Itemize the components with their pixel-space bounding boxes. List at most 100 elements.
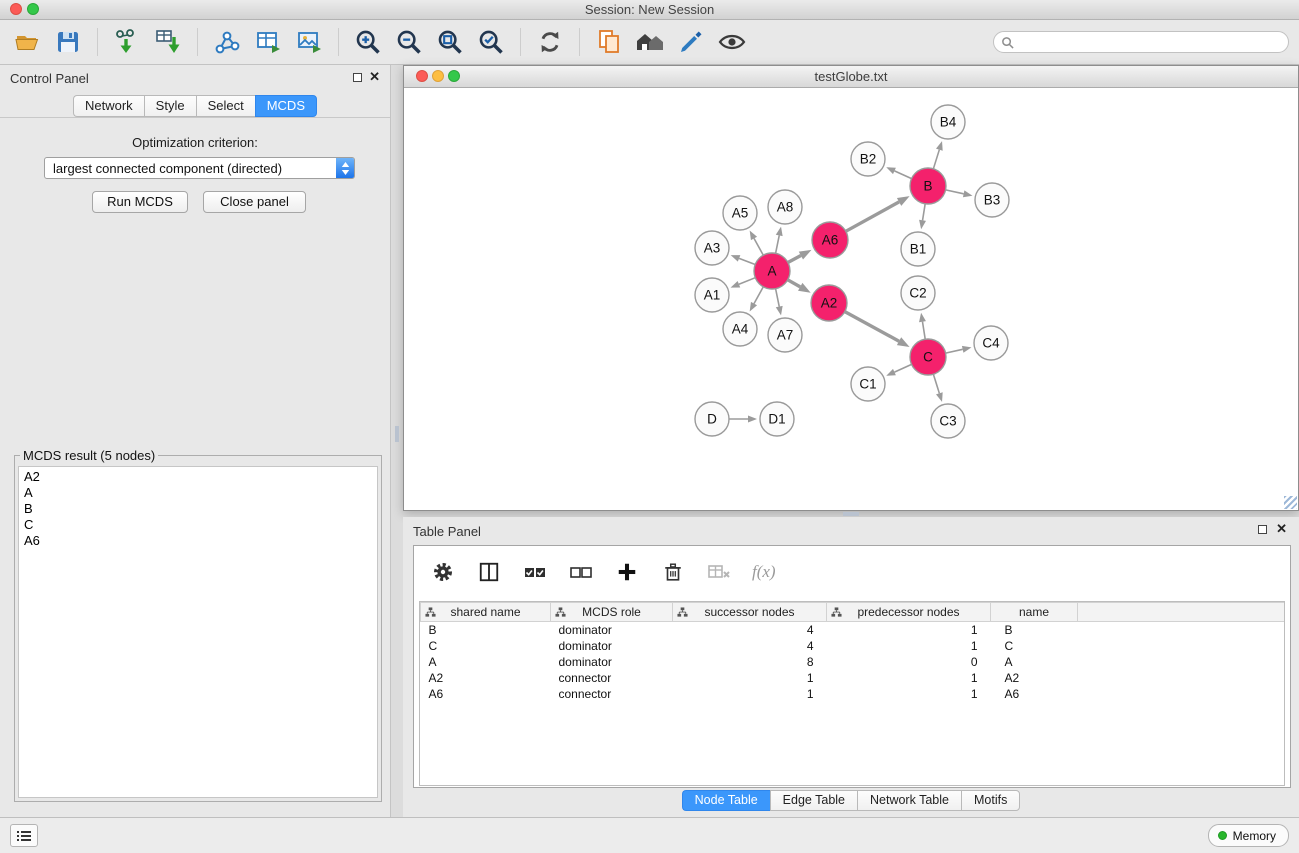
trash-icon: [662, 561, 684, 583]
column-header-name[interactable]: name: [991, 603, 1078, 622]
select-stepper-icon: [336, 158, 354, 178]
table-row[interactable]: A6connector11A6: [421, 686, 1286, 702]
graph-edge[interactable]: [894, 364, 911, 372]
graph-edge[interactable]: [933, 374, 939, 393]
show-panels-button[interactable]: [10, 824, 38, 847]
import-network-button[interactable]: [110, 25, 144, 59]
save-session-button[interactable]: [51, 25, 85, 59]
fx-icon: f(x): [752, 562, 776, 582]
graph-edge[interactable]: [894, 171, 911, 179]
graph-edge[interactable]: [946, 349, 963, 353]
export-table-button[interactable]: [251, 25, 285, 59]
mcds-result-item[interactable]: C: [19, 517, 377, 533]
tab-edge-table[interactable]: Edge Table: [770, 790, 857, 811]
table-row[interactable]: Adominator80A: [421, 654, 1286, 670]
mcds-result-item[interactable]: A6: [19, 533, 377, 549]
column-header-successor-nodes[interactable]: successor nodes: [673, 603, 827, 622]
graph-edge[interactable]: [739, 278, 755, 285]
pane-divider-grip[interactable]: [843, 512, 859, 516]
zoom-selected-button[interactable]: [474, 25, 508, 59]
zoom-in-button[interactable]: [351, 25, 385, 59]
graph-edge[interactable]: [754, 238, 763, 255]
table-cell: C: [991, 638, 1078, 654]
network-canvas[interactable]: B4B2BB3A5A8A6B1A3AC2A1A2A4A7C4CC1C3DD1: [404, 88, 1298, 510]
column-header-mcds-role[interactable]: MCDS role: [551, 603, 673, 622]
deselect-all-button[interactable]: [568, 559, 594, 585]
graph-node-label: A8: [777, 200, 794, 215]
zoom-out-button[interactable]: [392, 25, 426, 59]
tab-select[interactable]: Select: [196, 95, 255, 117]
refresh-button[interactable]: [533, 25, 567, 59]
close-panel-icon[interactable]: ✕: [1276, 521, 1287, 537]
graph-edge[interactable]: [739, 258, 755, 264]
function-builder-button-disabled[interactable]: f(x): [752, 559, 776, 585]
search-icon: [1001, 36, 1014, 49]
close-panel-icon[interactable]: ✕: [369, 69, 380, 85]
select-columns-button[interactable]: [476, 559, 502, 585]
minimize-window-button[interactable]: [432, 70, 444, 82]
tab-network[interactable]: Network: [73, 95, 144, 117]
duplicate-pages-button[interactable]: [592, 25, 626, 59]
window-resize-grip[interactable]: [1284, 496, 1297, 509]
tab-mcds[interactable]: MCDS: [255, 95, 317, 117]
column-header-label: MCDS role: [582, 605, 641, 619]
tab-node-table[interactable]: Node Table: [682, 790, 770, 811]
graph-edge[interactable]: [776, 289, 780, 307]
graph-edge[interactable]: [923, 204, 926, 221]
search-input[interactable]: [1018, 33, 1288, 51]
optimization-criterion-select[interactable]: largest connected component (directed): [44, 157, 355, 179]
export-image-button[interactable]: [292, 25, 326, 59]
column-type-icon: [555, 607, 566, 621]
table-row[interactable]: A2connector11A2: [421, 670, 1286, 686]
close-window-button[interactable]: [10, 3, 22, 15]
toggle-visibility-button[interactable]: [715, 25, 749, 59]
style-brush-button[interactable]: [674, 25, 708, 59]
graph-edge[interactable]: [846, 202, 899, 231]
float-panel-icon[interactable]: [353, 73, 362, 82]
close-window-button[interactable]: [416, 70, 428, 82]
float-panel-icon[interactable]: [1258, 525, 1267, 534]
network-home-button[interactable]: [633, 25, 667, 59]
graph-edge[interactable]: [922, 322, 925, 340]
mcds-result-list[interactable]: A2ABCA6: [18, 466, 378, 798]
select-all-button[interactable]: [522, 559, 548, 585]
mcds-result-item[interactable]: B: [19, 501, 377, 517]
delete-button[interactable]: [660, 559, 686, 585]
tab-network-table[interactable]: Network Table: [857, 790, 961, 811]
graph-edge-arrow-icon: [799, 250, 812, 260]
graph-edge-arrow-icon: [731, 281, 741, 288]
table-cell: 4: [673, 638, 827, 654]
graph-edge[interactable]: [788, 256, 801, 263]
graph-edge[interactable]: [946, 190, 964, 194]
mcds-result-item[interactable]: A: [19, 485, 377, 501]
table-row[interactable]: Cdominator41C: [421, 638, 1286, 654]
close-panel-button[interactable]: Close panel: [203, 191, 306, 213]
zoom-window-button[interactable]: [27, 3, 39, 15]
graph-edge[interactable]: [754, 287, 763, 304]
new-network-button[interactable]: [210, 25, 244, 59]
import-table-button[interactable]: [151, 25, 185, 59]
column-header-shared-name[interactable]: shared name: [421, 603, 551, 622]
column-header-predecessor-nodes[interactable]: predecessor nodes: [827, 603, 991, 622]
table-settings-button[interactable]: [430, 559, 456, 585]
graph-edge[interactable]: [788, 280, 801, 287]
add-column-button[interactable]: [614, 559, 640, 585]
graph-node-label: A1: [704, 288, 721, 303]
open-session-button[interactable]: [10, 25, 44, 59]
pane-divider-grip[interactable]: [395, 426, 399, 442]
table-row[interactable]: Bdominator41B: [421, 622, 1286, 638]
mcds-result-item[interactable]: A2: [19, 469, 377, 485]
run-mcds-button[interactable]: Run MCDS: [92, 191, 188, 213]
graph-node-label: A2: [821, 296, 838, 311]
zoom-fit-button[interactable]: [433, 25, 467, 59]
delete-table-button-disabled[interactable]: [706, 559, 732, 585]
tab-motifs[interactable]: Motifs: [961, 790, 1020, 811]
tab-style[interactable]: Style: [144, 95, 196, 117]
graph-edge[interactable]: [776, 235, 780, 253]
graph-edge-arrow-icon: [776, 306, 783, 316]
zoom-window-button[interactable]: [448, 70, 460, 82]
memory-button[interactable]: Memory: [1208, 824, 1289, 847]
graph-edge[interactable]: [845, 312, 899, 342]
graph-edge[interactable]: [933, 150, 939, 169]
search-box[interactable]: [993, 31, 1289, 53]
